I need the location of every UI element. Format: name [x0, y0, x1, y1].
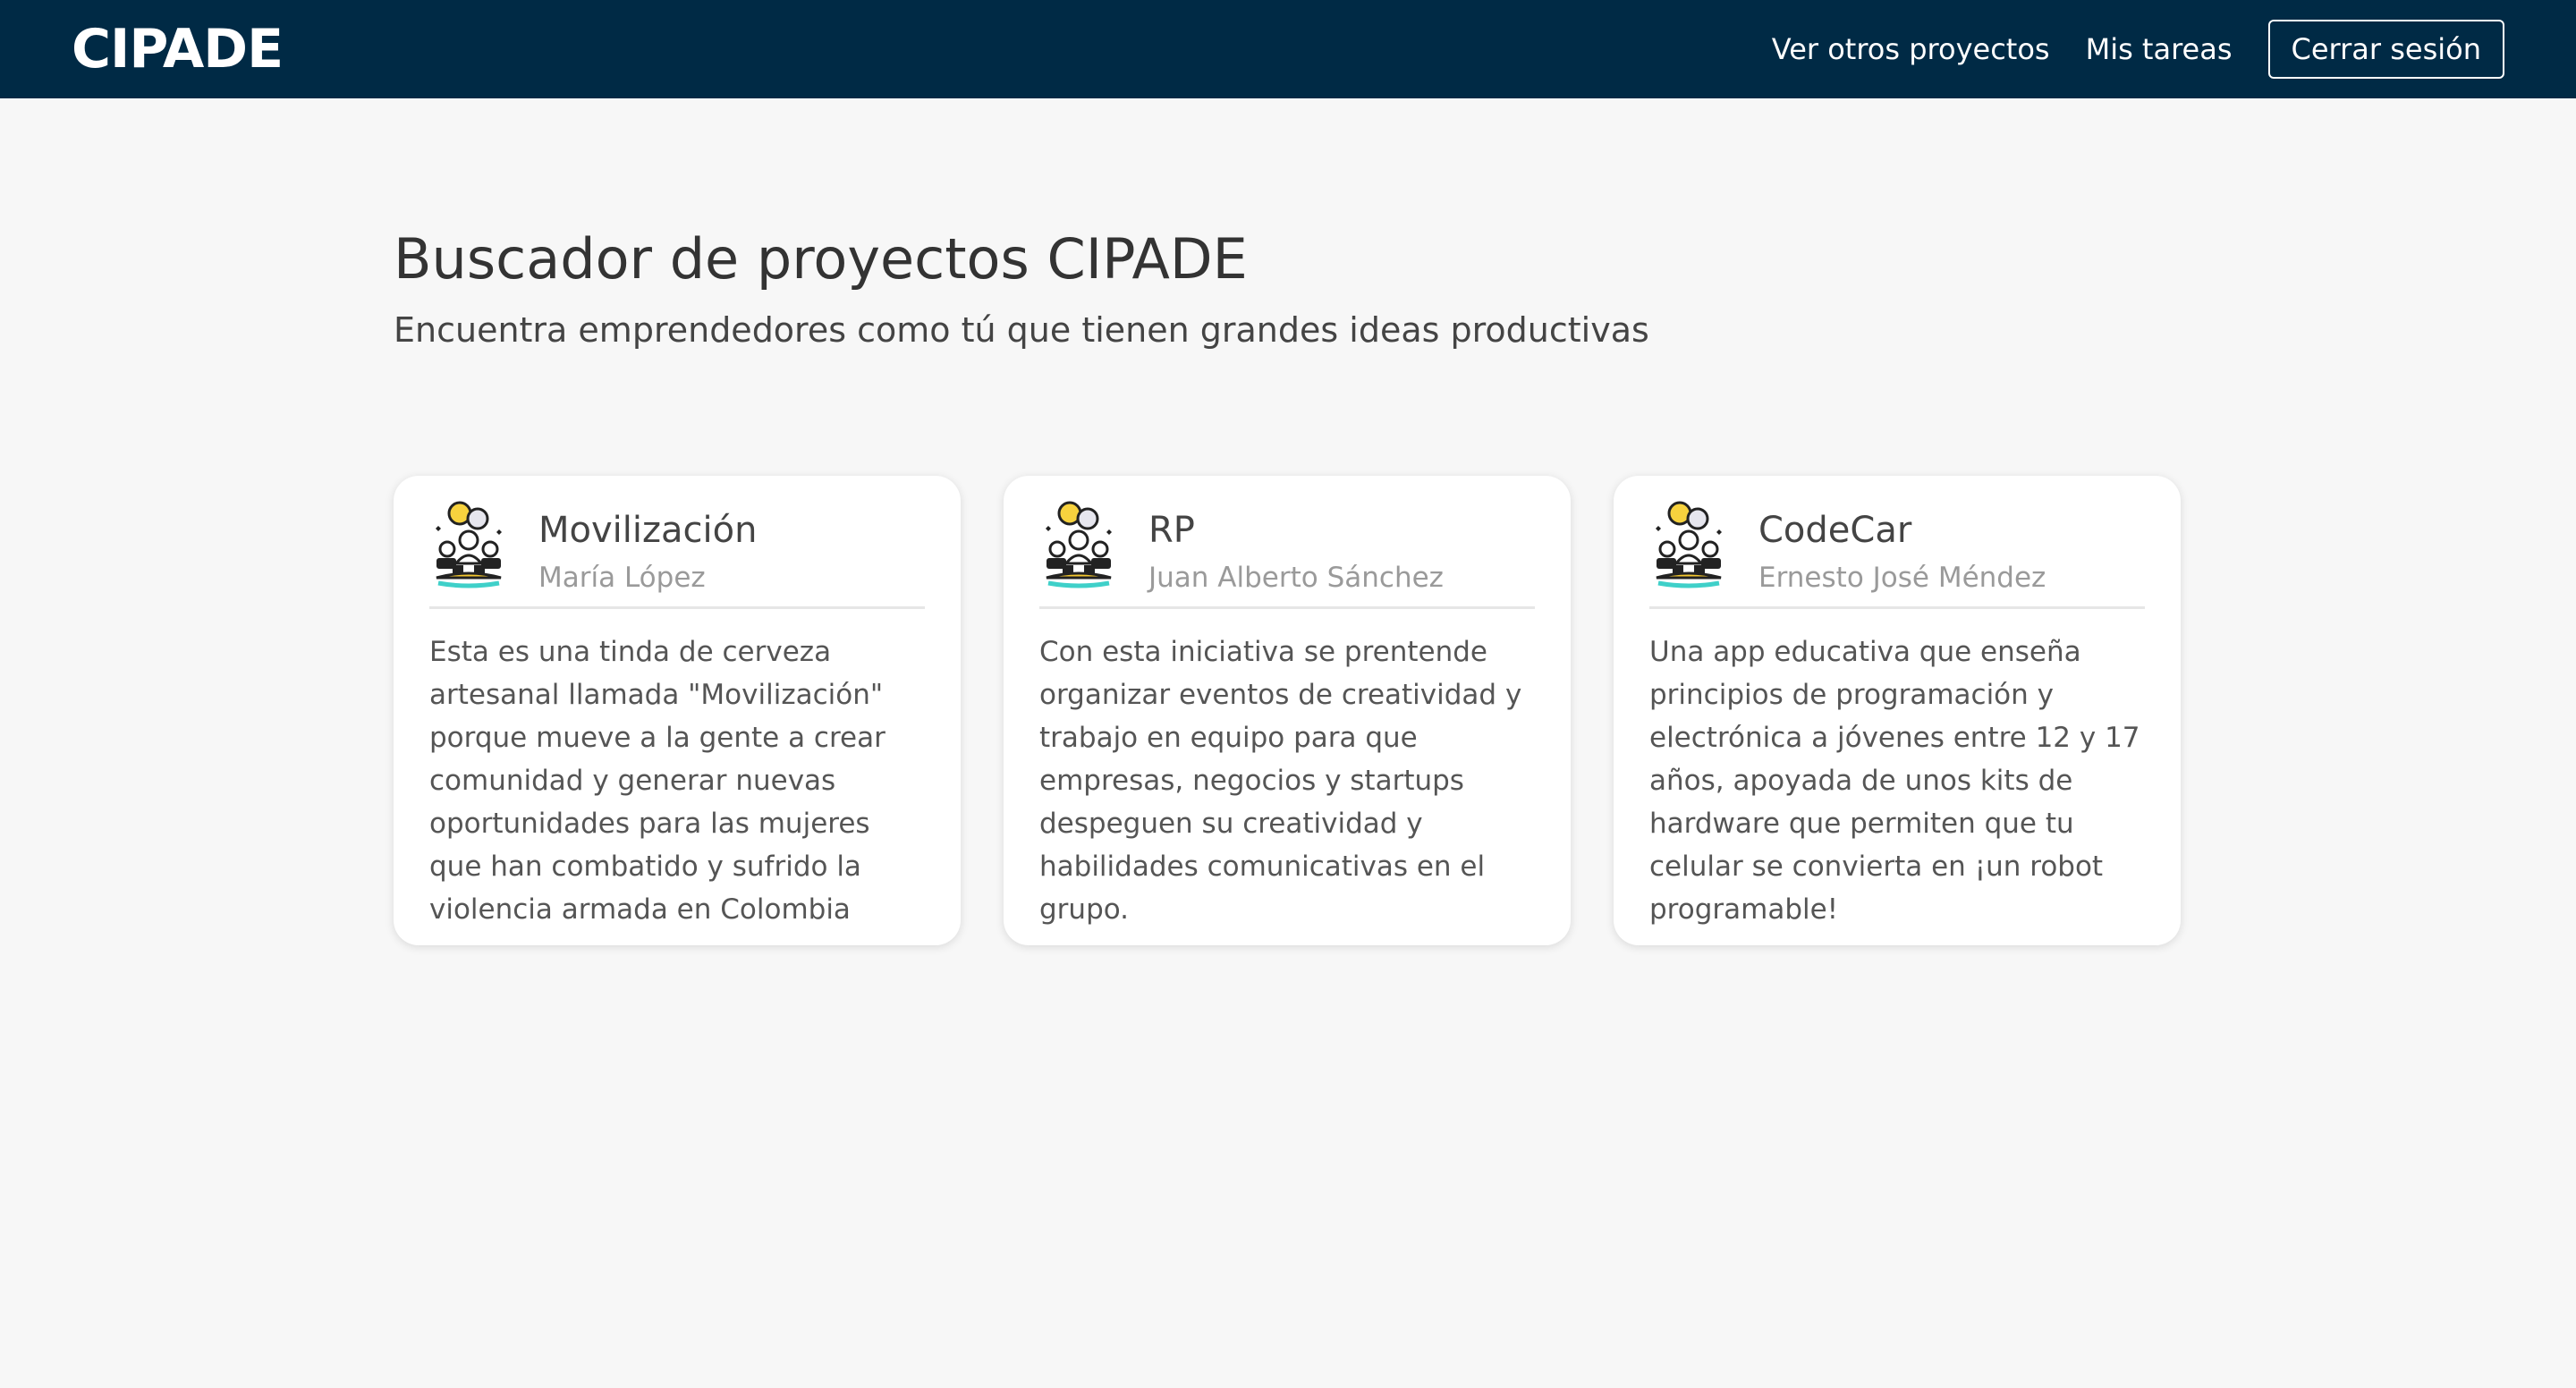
page-subtitle: Encuentra emprendedores como tú que tien…	[394, 310, 1649, 350]
project-title[interactable]: CodeCar	[1758, 504, 2046, 556]
hero-section: Buscador de proyectos CIPADE Encuentra e…	[394, 219, 2182, 355]
project-card[interactable]: Movilización María López Esta es una tin…	[394, 476, 961, 945]
card-header: RP Juan Alberto Sánchez	[1039, 497, 1535, 609]
logout-button[interactable]: Cerrar sesión	[2267, 20, 2504, 79]
card-title-block: Movilización María López	[538, 497, 757, 599]
project-card[interactable]: RP Juan Alberto Sánchez Con esta iniciat…	[1004, 476, 1571, 945]
project-cards: Movilización María López Esta es una tin…	[394, 476, 2182, 947]
project-title[interactable]: RP	[1148, 504, 1444, 556]
team-ideas-icon	[1656, 501, 1722, 588]
card-header: Movilización María López	[429, 497, 925, 609]
nav-link-my-tasks[interactable]: Mis tareas	[2086, 32, 2233, 66]
card-title-block: CodeCar Ernesto José Méndez	[1758, 497, 2046, 599]
project-author: Ernesto José Méndez	[1758, 562, 2046, 594]
project-title[interactable]: Movilización	[538, 504, 757, 556]
brand-logo[interactable]: CIPADE	[72, 18, 284, 80]
project-description: Esta es una tinda de cerveza artesanal l…	[429, 636, 886, 926]
nav-links: Ver otros proyectos Mis tareas Cerrar se…	[1736, 18, 2504, 80]
nav-link-other-projects[interactable]: Ver otros proyectos	[1772, 32, 2050, 66]
top-navbar: CIPADE Ver otros proyectos Mis tareas Ce…	[0, 0, 2576, 98]
team-ideas-icon	[1046, 501, 1112, 588]
project-card[interactable]: CodeCar Ernesto José Méndez Una app educ…	[1614, 476, 2181, 945]
project-description: Una app educativa que enseña principios …	[1649, 636, 2140, 926]
project-description: Con esta iniciativa se prentende organiz…	[1039, 636, 1522, 926]
card-header: CodeCar Ernesto José Méndez	[1649, 497, 2145, 609]
card-title-block: RP Juan Alberto Sánchez	[1148, 497, 1444, 599]
team-ideas-icon	[436, 501, 502, 588]
project-author: María López	[538, 562, 706, 594]
project-author: Juan Alberto Sánchez	[1148, 562, 1444, 594]
page-title: Buscador de proyectos CIPADE	[394, 226, 1248, 292]
